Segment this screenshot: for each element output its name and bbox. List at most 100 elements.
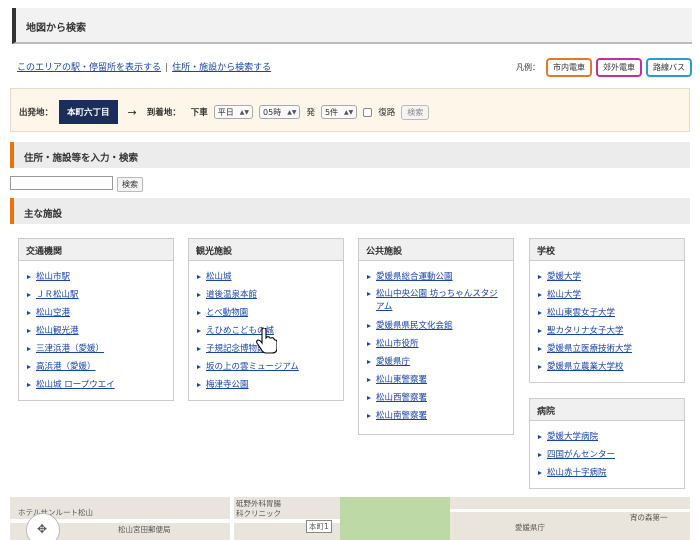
list-item: 愛媛県県民文化会館 (367, 317, 505, 335)
depart-label: 発 (306, 108, 315, 118)
facility-link[interactable]: 松山城 ロープウエイ (36, 380, 115, 390)
arrow-icon: → (127, 105, 137, 119)
count-select[interactable]: 5件 ▲▼ (320, 105, 358, 119)
legend-label: 凡例： (516, 63, 540, 72)
list-item: 愛媛大学 (538, 268, 676, 286)
pan-arrows-icon: ✥ (37, 522, 48, 536)
map-park-area (340, 497, 450, 540)
list-item: 松山城 ロープウエイ (27, 376, 165, 394)
list-item: 愛媛県庁 (367, 353, 505, 371)
list-item: 松山南警察署 (367, 407, 505, 425)
facility-link[interactable]: 松山赤十字病院 (547, 468, 607, 478)
facility-link[interactable]: 聖カタリナ女子大学 (547, 326, 624, 336)
day-select[interactable]: 平日 ▲▼ (213, 105, 254, 119)
origin-value[interactable]: 本町六丁目 (59, 100, 118, 124)
facility-link[interactable]: 道後温泉本館 (206, 290, 257, 300)
facility-link[interactable]: 愛媛大学病院 (547, 432, 598, 442)
facility-link[interactable]: 松山東警察署 (376, 375, 427, 385)
category-title: 公共施設 (359, 239, 513, 261)
category-title: 観光施設 (189, 239, 343, 261)
category-title: 交通機関 (19, 239, 173, 261)
map-label: 宵の森第一 (630, 513, 668, 522)
facility-link[interactable]: 坂の上の雲ミュージアム (206, 362, 299, 372)
map-stop-label[interactable]: 本町1 (306, 520, 332, 533)
count-select-value: 5件 (324, 107, 339, 117)
facility-link[interactable]: 愛媛県庁 (376, 357, 410, 367)
facility-link[interactable]: 四国がんセンター (547, 450, 615, 460)
board-label: 下車 (190, 108, 208, 118)
facility-link[interactable]: 松山市役所 (376, 339, 419, 349)
list-item: 愛媛県立医療技術大学 (538, 340, 676, 358)
list-item: 高浜港（愛媛） (27, 358, 165, 376)
search-by-address-link[interactable]: 住所・施設から検索する (172, 63, 271, 73)
list-item: 松山観光港 (27, 322, 165, 340)
list-item: 坂の上の雲ミュージアム (197, 358, 335, 376)
show-stations-link[interactable]: このエリアの駅・停留所を表示する (17, 63, 161, 73)
origin-label: 出発地： (19, 108, 54, 118)
legend-bus: 路線バス (646, 58, 692, 77)
category-box-sightseeing: 観光施設 松山城 道後温泉本館 とべ動物園 えひめこどもの城 子規記念博物館 坂… (188, 238, 344, 401)
return-trip-checkbox[interactable] (363, 107, 373, 117)
facility-link[interactable]: 愛媛県立農業大学校 (547, 362, 624, 372)
facility-link[interactable]: 松山中央公園 坊っちゃんスタジアム (376, 289, 498, 312)
facility-link[interactable]: 高浜港（愛媛） (36, 362, 96, 372)
facilities-header: 主な施設 (10, 198, 690, 224)
facility-link[interactable]: 松山西警察署 (376, 393, 427, 403)
top-links: このエリアの駅・停留所を表示する | 住所・施設から検索する (17, 60, 271, 73)
facility-link[interactable]: 三津浜港（愛媛） (36, 344, 104, 354)
facility-link[interactable]: 愛媛県立医療技術大学 (547, 344, 632, 354)
facility-link[interactable]: ＪＲ松山駅 (36, 290, 79, 300)
route-search-button[interactable]: 検索 (401, 104, 430, 120)
facility-link[interactable]: 松山市駅 (36, 272, 70, 282)
list-item: 三津浜港（愛媛） (27, 340, 165, 358)
facility-link[interactable]: 松山大学 (547, 290, 581, 300)
legend-suburban-train: 郊外電車 (596, 58, 642, 77)
list-item: とべ動物園 (197, 304, 335, 322)
category-title: 学校 (530, 239, 684, 261)
category-box-public: 公共施設 愛媛県総合運動公園 松山中央公園 坊っちゃんスタジアム 愛媛県県民文化… (358, 238, 514, 435)
map-road (230, 497, 234, 540)
map-view[interactable]: ホテルサンルート松山 松山宮田郵便局 砥野外科胃腸 科クリニック 本町1 愛媛県… (10, 497, 690, 540)
facility-link[interactable]: 松山城 (206, 272, 232, 282)
list-item: 松山市駅 (27, 268, 165, 286)
keyword-search-button[interactable]: 検索 (117, 177, 143, 192)
category-title: 病院 (530, 399, 684, 421)
list-item: 愛媛大学病院 (538, 428, 676, 446)
list-item: 愛媛県立農業大学校 (538, 358, 676, 376)
facility-link[interactable]: 梅津寺公園 (206, 380, 249, 390)
hour-select-value: 05時 (263, 107, 282, 117)
list-item: 四国がんセンター (538, 446, 676, 464)
map-pan-control[interactable]: ✥ (26, 513, 60, 540)
facility-link[interactable]: 松山東雲女子大学 (547, 308, 615, 318)
legend-city-tram: 市内電車 (546, 58, 592, 77)
map-label: 科クリニック (236, 509, 281, 518)
return-trip-label: 復路 (378, 108, 396, 118)
select-caret-icon: ▲▼ (344, 108, 354, 116)
destination-label: 到着地： (146, 108, 181, 118)
map-label: ホテルサンルート松山 (18, 508, 93, 517)
keyword-input[interactable] (10, 176, 113, 190)
facility-link[interactable]: 愛媛県県民文化会館 (376, 321, 453, 331)
list-item: 梅津寺公園 (197, 376, 335, 394)
hour-select[interactable]: 05時 ▲▼ (259, 105, 301, 119)
list-item: 聖カタリナ女子大学 (538, 322, 676, 340)
select-caret-icon: ▲▼ (239, 108, 250, 116)
link-separator: | (165, 63, 169, 73)
hand-cursor-icon (256, 328, 277, 354)
legend: 凡例： 市内電車 郊外電車 路線バス (516, 58, 692, 77)
list-item: 道後温泉本館 (197, 286, 335, 304)
category-box-transport: 交通機関 松山市駅 ＪＲ松山駅 松山空港 松山観光港 三津浜港（愛媛） 高浜港（… (18, 238, 174, 401)
facility-link[interactable]: 松山南警察署 (376, 411, 427, 421)
facility-link[interactable]: 愛媛県総合運動公園 (376, 272, 453, 282)
day-select-value: 平日 (217, 107, 234, 117)
facilities-title: 主な施設 (24, 209, 63, 220)
facility-link[interactable]: 松山空港 (36, 308, 70, 318)
list-item: 松山大学 (538, 286, 676, 304)
category-box-hospital: 病院 愛媛大学病院 四国がんセンター 松山赤十字病院 (529, 398, 685, 489)
facility-link[interactable]: とべ動物園 (206, 308, 248, 318)
list-item: ＪＲ松山駅 (27, 286, 165, 304)
facility-link[interactable]: 愛媛大学 (547, 272, 581, 282)
list-item: 松山西警察署 (367, 389, 505, 407)
facility-link[interactable]: 松山観光港 (36, 326, 79, 336)
route-search-bar: 出発地： 本町六丁目 → 到着地： 下車 平日 ▲▼ 05時 ▲▼ 発 5件 ▲▼ 復… (10, 88, 690, 132)
